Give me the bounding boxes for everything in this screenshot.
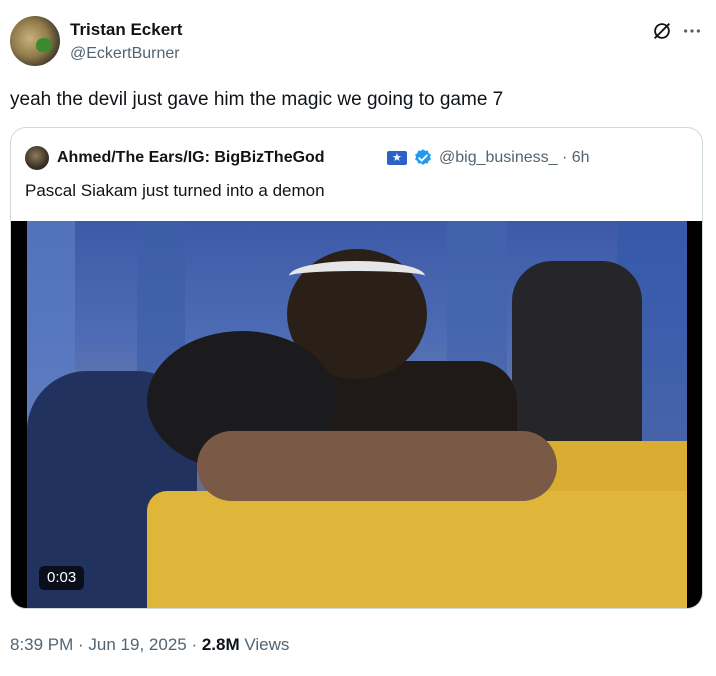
views-label: Views: [239, 635, 290, 654]
post-date[interactable]: Jun 19, 2025: [88, 635, 186, 654]
avatar[interactable]: [10, 16, 60, 66]
quoted-avatar[interactable]: [25, 146, 49, 170]
video-frame: 0:03: [27, 221, 687, 608]
tweet-text: yeah the devil just gave him the magic w…: [10, 89, 504, 110]
quoted-text: Pascal Siakam just turned into a demon: [25, 181, 325, 200]
more-icon[interactable]: [681, 20, 703, 42]
quoted-tweet[interactable]: Ahmed/The Ears/IG: BigBizTheGod ★ @big_b…: [10, 127, 703, 609]
meta-separator: ·: [73, 635, 89, 654]
tweet-meta: 8:39 PM · Jun 19, 2025 · 2.8M Views: [10, 634, 289, 656]
quoted-author-name[interactable]: Ahmed/The Ears/IG: BigBizTheGod: [57, 148, 325, 168]
quoted-handle-time[interactable]: @big_business_ · 6h: [439, 148, 590, 168]
flag-icon: ★: [387, 151, 407, 165]
author-handle[interactable]: @EckertBurner: [70, 44, 180, 64]
verified-badge-icon: [415, 149, 431, 165]
grok-icon[interactable]: [651, 20, 673, 42]
tweet-header: Tristan Eckert @EckertBurner: [10, 14, 706, 68]
post-time[interactable]: 8:39 PM: [10, 635, 73, 654]
video-player[interactable]: 0:03: [11, 221, 702, 608]
video-timestamp: 0:03: [39, 566, 85, 590]
author-name[interactable]: Tristan Eckert: [70, 20, 182, 40]
views-count: 2.8M: [201, 635, 240, 654]
meta-separator: ·: [186, 635, 202, 654]
quoted-header: Ahmed/The Ears/IG: BigBizTheGod ★ @big_b…: [25, 146, 685, 170]
